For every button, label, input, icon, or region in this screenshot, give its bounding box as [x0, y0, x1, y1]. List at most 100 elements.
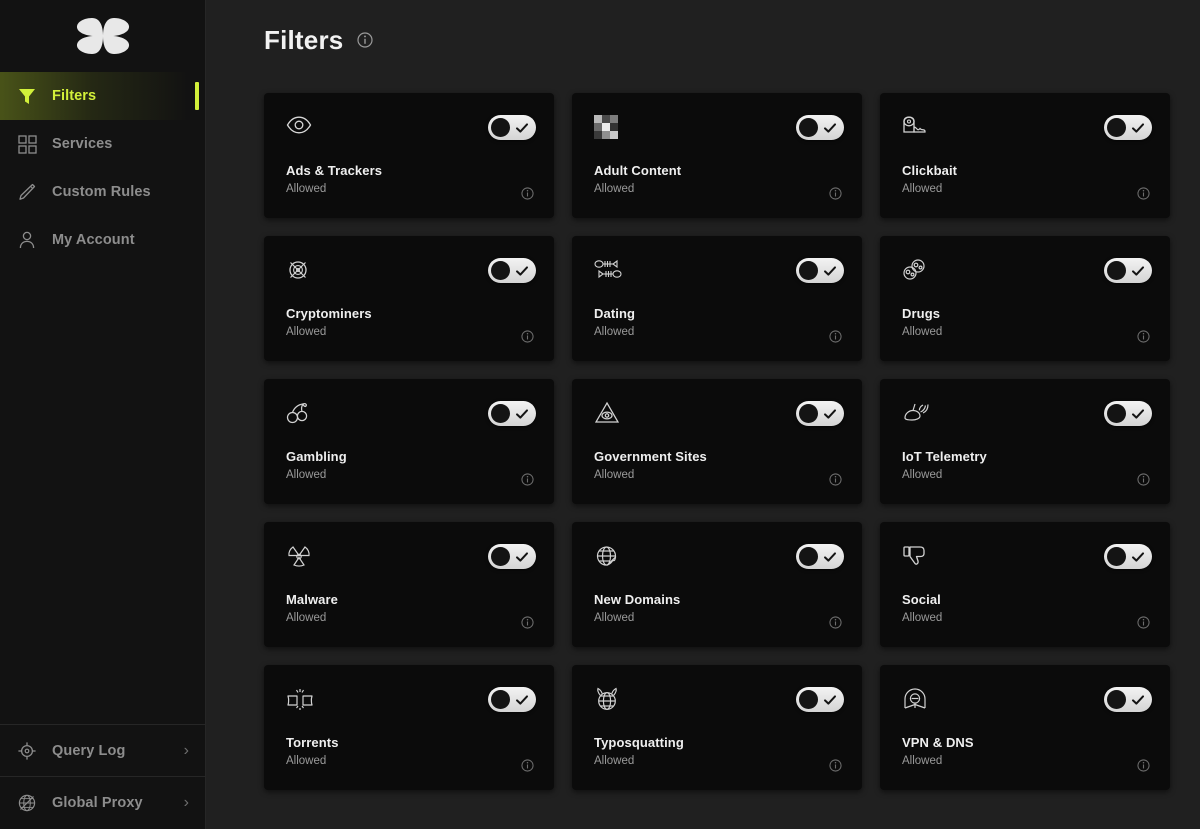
filter-title: Government Sites [594, 449, 707, 464]
filter-title: Gambling [286, 449, 347, 464]
info-icon[interactable] [521, 473, 534, 486]
toggle-knob [1107, 404, 1126, 423]
info-icon[interactable] [829, 187, 842, 200]
filter-status: Allowed [286, 183, 326, 195]
tunnel-icon [902, 687, 932, 717]
sidebar-item-label: Query Log [52, 743, 125, 759]
globe-proxy-icon [14, 791, 40, 815]
logo-container [0, 0, 205, 72]
check-icon [1131, 264, 1145, 278]
crosshair-icon [14, 739, 40, 763]
filter-toggle[interactable] [488, 544, 536, 569]
check-icon [515, 550, 529, 564]
radiation-icon [286, 544, 316, 574]
filter-card[interactable]: Typosquatting Allowed [572, 665, 862, 790]
toggle-knob [1107, 118, 1126, 137]
info-icon[interactable] [521, 616, 534, 629]
filter-card[interactable]: Government Sites Allowed [572, 379, 862, 504]
filter-card[interactable]: Ads & Trackers Allowed [264, 93, 554, 218]
sidebar-spacer [0, 264, 205, 724]
filter-title: Torrents [286, 735, 339, 750]
filter-status: Allowed [594, 183, 634, 195]
sidebar-item-global-proxy[interactable]: Global Proxy › [0, 777, 205, 829]
filter-card[interactable]: Drugs Allowed [880, 236, 1170, 361]
grid-squares-icon [14, 132, 40, 156]
filter-toggle[interactable] [1104, 115, 1152, 140]
main-content: Filters [206, 0, 1200, 829]
info-icon[interactable] [829, 616, 842, 629]
sidebar-item-label: Custom Rules [52, 184, 151, 200]
filter-status: Allowed [594, 326, 634, 338]
info-icon[interactable] [829, 759, 842, 772]
info-icon[interactable] [1137, 330, 1150, 343]
filter-card[interactable]: IoT Telemetry Allowed [880, 379, 1170, 504]
filter-toggle[interactable] [488, 401, 536, 426]
info-icon[interactable] [521, 759, 534, 772]
filter-card[interactable]: Social Allowed [880, 522, 1170, 647]
filter-status: Allowed [286, 326, 326, 338]
cherries-icon [286, 401, 316, 431]
filter-card[interactable]: Torrents Allowed [264, 665, 554, 790]
info-icon[interactable] [1137, 473, 1150, 486]
check-icon [823, 693, 837, 707]
filter-toggle[interactable] [1104, 258, 1152, 283]
app-root: Filters Services [0, 0, 1200, 829]
filter-toggle[interactable] [796, 258, 844, 283]
check-icon [515, 264, 529, 278]
info-icon[interactable] [829, 473, 842, 486]
magnets-icon [286, 687, 316, 717]
filter-toggle[interactable] [1104, 401, 1152, 426]
info-icon[interactable] [1137, 759, 1150, 772]
signal-dome-icon [902, 401, 932, 431]
filter-toggle[interactable] [1104, 544, 1152, 569]
check-icon [1131, 407, 1145, 421]
check-icon [515, 121, 529, 135]
info-icon[interactable] [357, 32, 373, 48]
filter-title: Malware [286, 592, 338, 607]
filter-toggle[interactable] [796, 401, 844, 426]
filter-status: Allowed [286, 612, 326, 624]
filter-card[interactable]: Adult Content Allowed [572, 93, 862, 218]
filter-toggle[interactable] [796, 544, 844, 569]
filter-card[interactable]: New Domains Allowed [572, 522, 862, 647]
filter-status: Allowed [902, 183, 942, 195]
filter-card[interactable]: VPN & DNS Allowed [880, 665, 1170, 790]
devil-globe-icon [594, 687, 624, 717]
filter-title: IoT Telemetry [902, 449, 987, 464]
filter-toggle[interactable] [488, 258, 536, 283]
filter-card[interactable]: Dating Allowed [572, 236, 862, 361]
filter-title: Typosquatting [594, 735, 684, 750]
filter-toggle[interactable] [796, 687, 844, 712]
filter-toggle[interactable] [1104, 687, 1152, 712]
filter-status: Allowed [902, 326, 942, 338]
chevron-right-icon: › [184, 794, 189, 812]
filter-toggle[interactable] [488, 687, 536, 712]
info-icon[interactable] [1137, 616, 1150, 629]
filter-card[interactable]: Malware Allowed [264, 522, 554, 647]
toggle-knob [799, 690, 818, 709]
info-icon[interactable] [829, 330, 842, 343]
sidebar-item-services[interactable]: Services [0, 120, 205, 168]
sidebar-item-query-log[interactable]: Query Log › [0, 725, 205, 777]
info-icon[interactable] [1137, 187, 1150, 200]
info-icon[interactable] [521, 330, 534, 343]
check-icon [1131, 121, 1145, 135]
info-icon[interactable] [521, 187, 534, 200]
page-title: Filters [264, 25, 343, 56]
active-indicator-bar [195, 82, 199, 110]
sidebar-item-filters[interactable]: Filters [0, 72, 205, 120]
sidebar-item-my-account[interactable]: My Account [0, 216, 205, 264]
sidebar-nav-primary: Filters Services [0, 72, 205, 264]
pencil-icon [14, 180, 40, 204]
filter-title: Cryptominers [286, 306, 372, 321]
filter-toggle[interactable] [488, 115, 536, 140]
toggle-knob [1107, 690, 1126, 709]
filter-toggle[interactable] [796, 115, 844, 140]
filter-title: Social [902, 592, 941, 607]
filter-card[interactable]: Clickbait Allowed [880, 93, 1170, 218]
sidebar-item-custom-rules[interactable]: Custom Rules [0, 168, 205, 216]
filter-card[interactable]: Cryptominers Allowed [264, 236, 554, 361]
filter-title: Dating [594, 306, 635, 321]
crypto-target-icon [286, 258, 316, 288]
filter-card[interactable]: Gambling Allowed [264, 379, 554, 504]
